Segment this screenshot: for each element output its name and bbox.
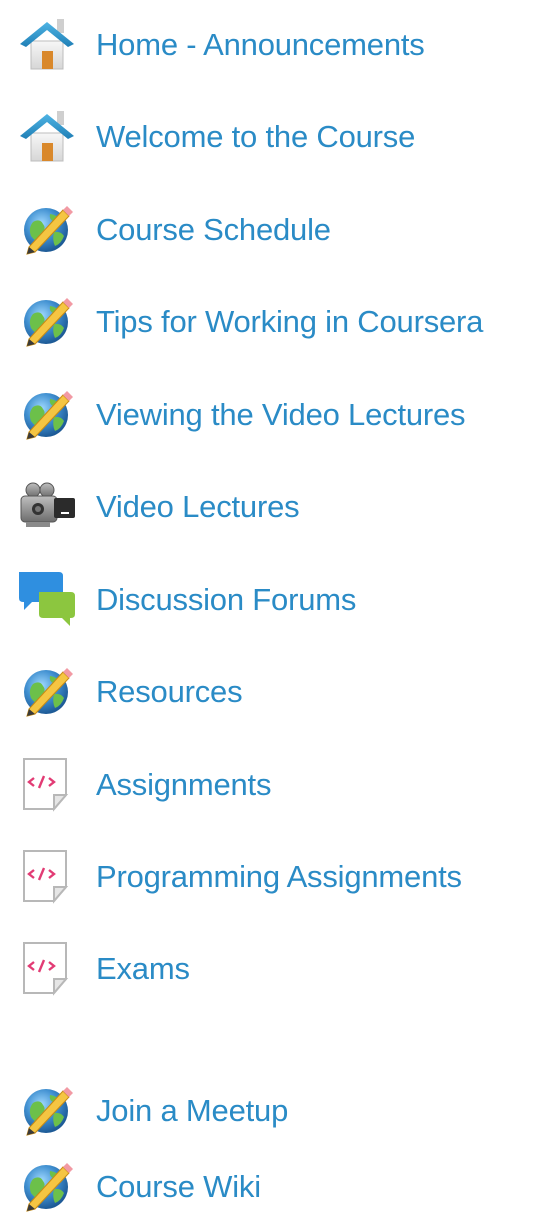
web-link-icon	[16, 290, 78, 352]
course-nav-menu: Home - Announcements Welcome to the Cour…	[0, 0, 544, 1219]
web-link-icon	[16, 1079, 78, 1141]
web-link-icon	[16, 383, 78, 445]
nav-item-label: Join a Meetup	[96, 1092, 289, 1128]
nav-item-label: Home - Announcements	[96, 26, 425, 62]
nav-item-home-announcements[interactable]: Home - Announcements	[16, 12, 425, 76]
video-camera-icon	[16, 475, 78, 537]
web-link-icon	[16, 198, 78, 260]
code-page-icon	[16, 753, 78, 815]
nav-item-viewing-video-lectures[interactable]: Viewing the Video Lectures	[16, 382, 466, 446]
nav-item-label: Tips for Working in Coursera	[96, 303, 484, 339]
nav-item-exams[interactable]: Exams	[16, 936, 190, 1000]
nav-item-discussion-forums[interactable]: Discussion Forums	[16, 567, 356, 631]
nav-item-programming-assignments[interactable]: Programming Assignments	[16, 844, 462, 908]
nav-item-resources[interactable]: Resources	[16, 659, 243, 723]
nav-item-label: Exams	[96, 950, 190, 986]
home-icon	[16, 105, 78, 167]
nav-item-label: Course Wiki	[96, 1168, 261, 1204]
nav-item-tips-coursera[interactable]: Tips for Working in Coursera	[16, 289, 483, 353]
nav-item-label: Programming Assignments	[96, 858, 462, 894]
web-link-icon	[16, 1155, 78, 1217]
code-page-icon	[16, 937, 78, 999]
nav-item-welcome[interactable]: Welcome to the Course	[16, 104, 415, 168]
nav-item-course-schedule[interactable]: Course Schedule	[16, 197, 331, 261]
web-link-icon	[16, 660, 78, 722]
nav-item-label: Discussion Forums	[96, 581, 357, 617]
nav-item-join-meetup[interactable]: Join a Meetup	[16, 1078, 288, 1142]
nav-item-course-wiki[interactable]: Course Wiki	[16, 1154, 261, 1218]
nav-item-label: Viewing the Video Lectures	[96, 396, 466, 432]
nav-item-label: Course Schedule	[96, 211, 331, 247]
nav-item-video-lectures[interactable]: Video Lectures	[16, 474, 300, 538]
home-icon	[16, 13, 78, 75]
nav-item-label: Welcome to the Course	[96, 118, 416, 154]
nav-item-assignments[interactable]: Assignments	[16, 752, 271, 816]
nav-item-label: Video Lectures	[96, 488, 300, 524]
code-page-icon	[16, 845, 78, 907]
discussion-icon	[16, 568, 78, 630]
nav-item-label: Assignments	[96, 766, 272, 802]
nav-item-label: Resources	[96, 673, 243, 709]
